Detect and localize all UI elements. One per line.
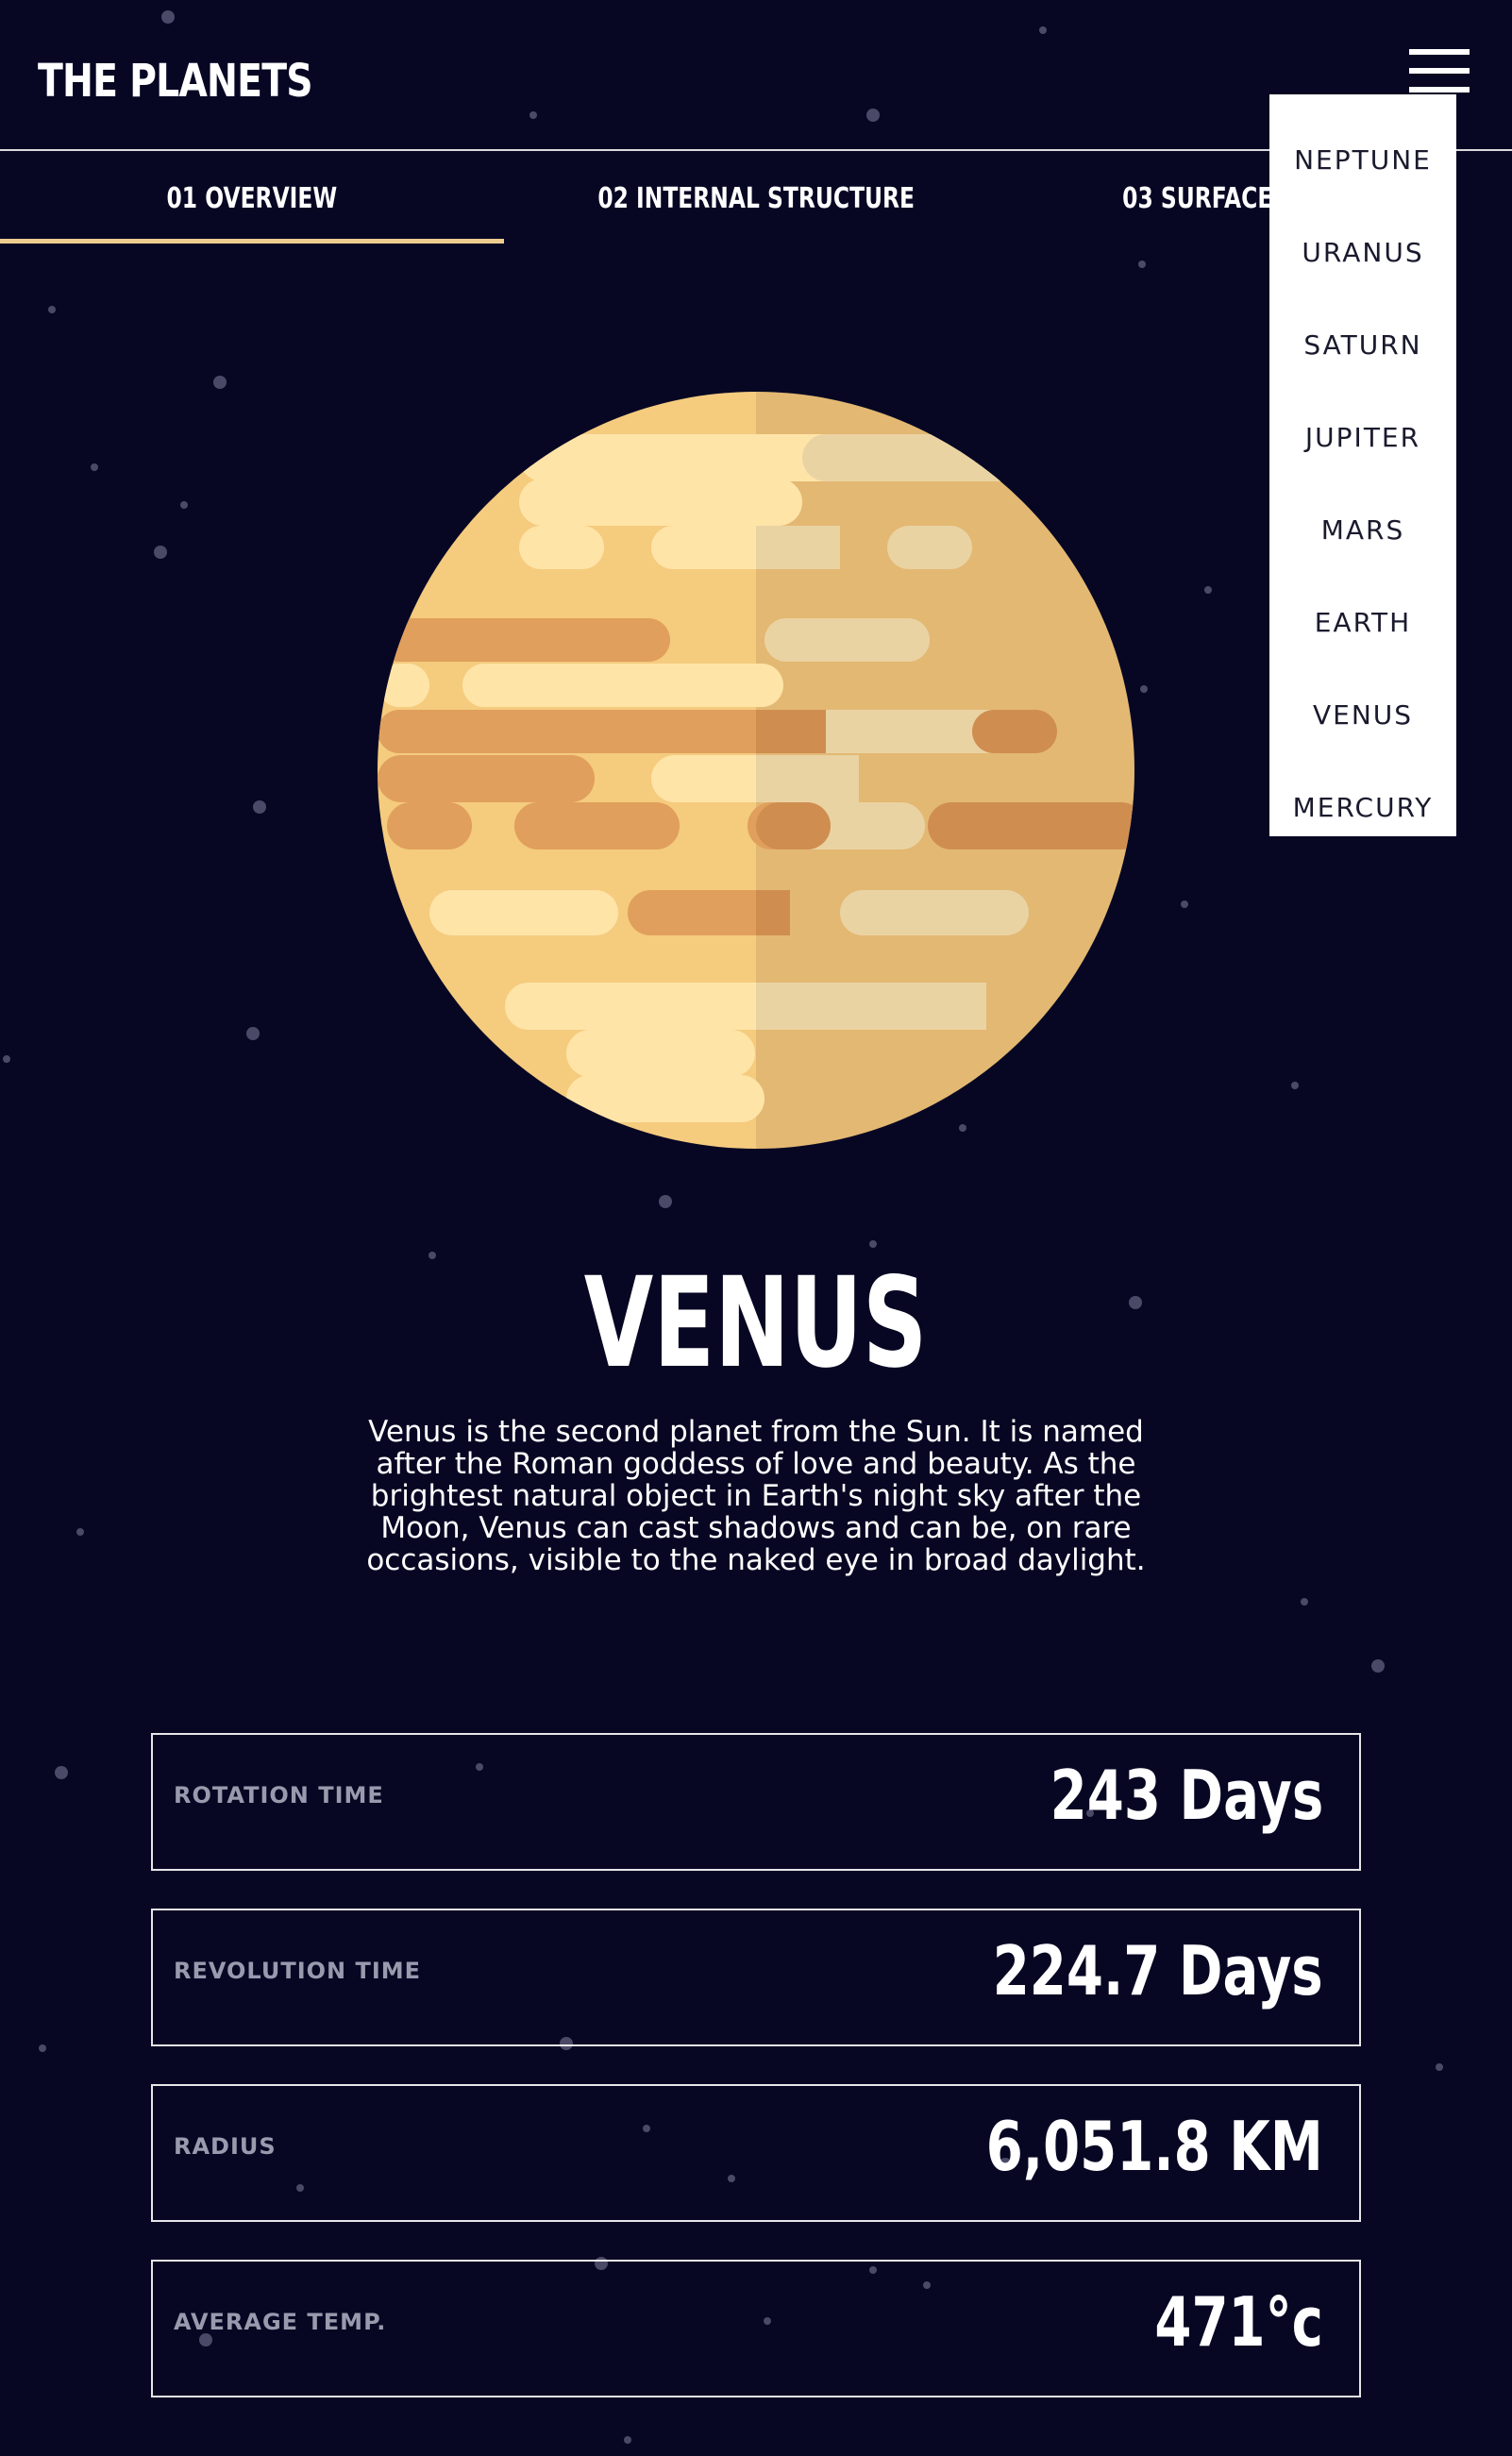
menu-item-jupiter[interactable]: JUPITER <box>1269 409 1456 465</box>
star-dot <box>253 800 266 814</box>
stat-value: 471°c <box>1154 2282 1323 2362</box>
stat-value: 224.7 Days <box>992 1931 1323 2010</box>
menu-item-venus[interactable]: VENUS <box>1269 686 1456 743</box>
stat-average-temp: AVERAGE TEMP. 471°c <box>151 2260 1361 2397</box>
star-dot <box>55 1766 68 1779</box>
hamburger-menu-icon[interactable] <box>1409 49 1470 93</box>
star-dot <box>76 1528 84 1536</box>
menu-item-neptune[interactable]: NEPTUNE <box>1269 131 1456 188</box>
tab-overview-label: 01 OVERVIEW <box>166 181 338 215</box>
star-dot <box>1436 2063 1443 2071</box>
stat-revolution-time: REVOLUTION TIME 224.7 Days <box>151 1909 1361 2046</box>
star-dot <box>48 306 56 313</box>
star-dot <box>869 1240 877 1248</box>
star-dot <box>3 1055 10 1063</box>
planet-nav-menu: NEPTUNE URANUS SATURN JUPITER MARS EARTH… <box>1269 94 1456 836</box>
venus-planet-illustration <box>378 392 1134 1149</box>
star-dot <box>1140 685 1148 693</box>
stat-value: 243 Days <box>1050 1756 1323 1835</box>
stat-value: 6,051.8 KM <box>985 2107 1323 2186</box>
stat-label: REVOLUTION TIME <box>174 1958 422 1984</box>
planet-title-text: VENUS <box>584 1251 928 1396</box>
menu-item-earth[interactable]: EARTH <box>1269 594 1456 650</box>
star-dot <box>1138 261 1146 268</box>
star-dot <box>213 376 227 389</box>
tab-internal-structure[interactable]: 02 INTERNAL STRUCTURE <box>504 153 1008 244</box>
menu-item-mercury[interactable]: MERCURY <box>1269 779 1456 835</box>
star-dot <box>180 501 188 509</box>
star-dot <box>1204 586 1212 594</box>
menu-item-uranus[interactable]: URANUS <box>1269 224 1456 280</box>
stat-label: AVERAGE TEMP. <box>174 2309 387 2335</box>
tab-internal-structure-label: 02 INTERNAL STRUCTURE <box>597 181 915 215</box>
stat-radius: RADIUS 6,051.8 KM <box>151 2084 1361 2222</box>
app-logo[interactable]: THE PLANETS <box>38 55 313 108</box>
menu-item-saturn[interactable]: SATURN <box>1269 316 1456 373</box>
planet-title: VENUS <box>0 1251 1512 1396</box>
star-dot <box>39 2044 46 2052</box>
star-dot <box>246 1027 260 1040</box>
tab-overview[interactable]: 01 OVERVIEW <box>0 153 504 244</box>
star-dot <box>1291 1082 1299 1089</box>
star-dot <box>91 463 98 471</box>
star-dot <box>1301 1598 1308 1606</box>
star-dot <box>1371 1659 1385 1673</box>
star-dot <box>624 2436 631 2444</box>
star-dot <box>659 1195 672 1208</box>
menu-item-mars[interactable]: MARS <box>1269 501 1456 558</box>
star-dot <box>1181 900 1188 908</box>
stat-label: RADIUS <box>174 2133 277 2160</box>
stat-rotation-time: ROTATION TIME 243 Days <box>151 1733 1361 1871</box>
star-dot <box>154 546 167 559</box>
planet-description: Venus is the second planet from the Sun.… <box>366 1415 1146 1577</box>
stat-label: ROTATION TIME <box>174 1782 384 1808</box>
